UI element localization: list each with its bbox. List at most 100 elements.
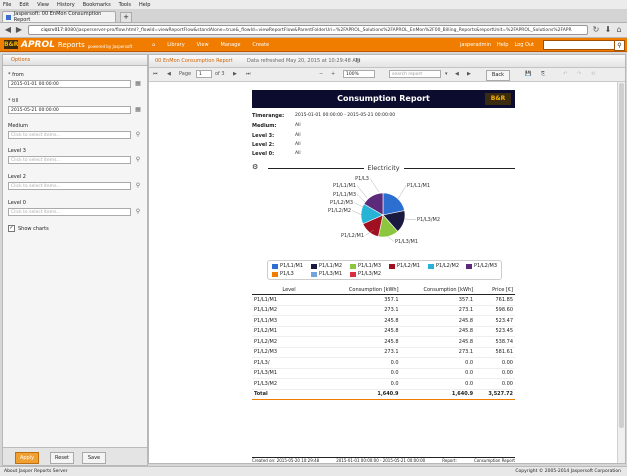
legend-label: P1/L3/M1 <box>319 271 343 277</box>
calendar-icon[interactable]: ▦ <box>134 106 142 114</box>
url-bar[interactable]: ciqsrv017:8080/jasperserver-pro/flow.htm… <box>28 25 588 35</box>
apply-button[interactable]: Apply <box>15 452 39 464</box>
next-page-icon[interactable]: ▶ <box>233 69 237 79</box>
app-header: B&R APROL Reports powered by Jaspersoft … <box>0 38 627 52</box>
back-arrow-icon[interactable]: ◀ <box>3 25 13 35</box>
main-nav: ⌂ Library View Manage Create <box>152 38 269 51</box>
search-report-input[interactable]: search report <box>389 70 441 78</box>
legend-item[interactable]: P1/L2/M1 <box>389 263 420 269</box>
menu-history[interactable]: History <box>57 2 75 8</box>
legend-item[interactable]: P1/L1/M2 <box>311 263 342 269</box>
menu-tools[interactable]: Tools <box>119 2 131 8</box>
reload-icon[interactable]: ↻ <box>591 25 601 35</box>
legend-item[interactable]: P1/L2/M3 <box>466 263 497 269</box>
nav-create[interactable]: Create <box>252 42 269 48</box>
logout-link[interactable]: Log Out <box>514 42 534 48</box>
legend-item[interactable]: P1/L2/M2 <box>428 263 459 269</box>
pie-leader-line <box>353 202 364 208</box>
legend-item[interactable]: P1/L1/M1 <box>272 263 303 269</box>
report-scrollbar[interactable] <box>617 82 625 463</box>
options-panel: Options * from 2015-01-01 00:00:00 ▦ * t… <box>2 54 148 466</box>
legend-item[interactable]: P1/L3 <box>272 271 294 277</box>
cell-level: P1/L1/M3 <box>252 315 326 327</box>
first-page-icon[interactable]: ⏮ <box>153 69 158 79</box>
back-button[interactable]: Back <box>486 70 510 81</box>
page-number-input[interactable]: 1 <box>196 70 212 78</box>
table-row: P1/L2/M2 245.8 245.8 538.74 <box>252 336 515 348</box>
legend-item[interactable]: P1/L3/M1 <box>311 271 342 277</box>
legend-item[interactable]: P1/L1/M3 <box>350 263 381 269</box>
export-icon[interactable]: ⎘ <box>541 69 545 79</box>
powered-by: powered by Jaspersoft <box>87 43 133 49</box>
help-link[interactable]: Help <box>497 42 508 48</box>
level3-select[interactable]: Click to select items... <box>8 156 131 164</box>
pie-label: P1/L1/M3 <box>333 192 356 198</box>
scroll-thumb[interactable] <box>619 83 624 428</box>
total-consumption-1: 1,640.9 <box>326 388 401 400</box>
zoom-select[interactable]: 100% <box>343 70 375 78</box>
from-date-input[interactable]: 2015-01-01 00:00:00 <box>8 80 131 88</box>
menu-help[interactable]: Help <box>139 2 150 8</box>
legend-swatch <box>311 271 317 277</box>
forward-arrow-icon[interactable]: ▶ <box>14 25 24 35</box>
redo-icon[interactable]: ↷ <box>577 69 581 79</box>
refresh-icon[interactable]: ↻ <box>355 55 361 67</box>
cell-consumption-1: 273.1 <box>326 347 401 358</box>
save-button[interactable]: Save <box>82 452 106 464</box>
total-consumption-2: 1,640.9 <box>400 388 476 400</box>
nav-manage[interactable]: Manage <box>221 42 241 48</box>
menu-bookmarks[interactable]: Bookmarks <box>83 2 111 8</box>
menu-view[interactable]: View <box>37 2 49 8</box>
zoom-out-icon[interactable]: − <box>319 69 323 79</box>
search-icon[interactable]: ⚲ <box>134 182 142 190</box>
till-date-input[interactable]: 2015-05-21 00:00:00 <box>8 106 131 114</box>
new-tab-button[interactable]: + <box>120 12 132 23</box>
cell-consumption-1: 245.8 <box>326 315 401 327</box>
table-row: P1/L3/M2 0.0 0.0 0.00 <box>252 378 515 390</box>
browser-tab[interactable]: Jaspersoft: 00 EnMon Consumption Report <box>2 11 116 23</box>
search-options-icon[interactable]: ▾ <box>445 69 448 79</box>
pie-leader-line <box>403 218 417 220</box>
medium-select[interactable]: Click to select items... <box>8 131 131 139</box>
legend-swatch <box>272 271 278 277</box>
level0-select[interactable]: Click to select items... <box>8 208 131 216</box>
nav-library[interactable]: Library <box>167 42 184 48</box>
nav-view[interactable]: View <box>197 42 209 48</box>
menu-file[interactable]: File <box>3 2 11 8</box>
search-icon[interactable]: ⚲ <box>614 40 625 51</box>
reset-button[interactable]: Reset <box>50 452 74 464</box>
menu-edit[interactable]: Edit <box>19 2 29 8</box>
cell-consumption-2: 245.8 <box>400 336 476 348</box>
save-icon[interactable]: 💾 <box>525 69 531 79</box>
cell-consumption-1: 0.0 <box>326 368 401 379</box>
global-search-input[interactable] <box>543 40 621 50</box>
search-icon[interactable]: ⚲ <box>134 156 142 164</box>
col-consumption-1: Consumption [kWh] <box>326 285 401 295</box>
zoom-in-icon[interactable]: + <box>331 69 335 79</box>
search-icon[interactable]: ⚲ <box>134 208 142 216</box>
show-charts-checkbox[interactable]: ✓ <box>8 225 15 232</box>
table-row: P1/L1/M1 357.1 357.1 761.85 <box>252 294 515 306</box>
search-next-icon[interactable]: ▶ <box>467 69 471 79</box>
pie-leader-line <box>397 185 407 200</box>
meta-level0-value: All <box>295 151 301 156</box>
legend-label: P1/L2/M1 <box>397 263 421 269</box>
chart-settings-icon[interactable]: ⚙ <box>252 163 258 171</box>
user-name[interactable]: jasperadmin <box>460 42 491 48</box>
download-icon[interactable]: ⬇ <box>603 25 613 35</box>
undo-icon[interactable]: ↶ <box>563 69 567 79</box>
viewer-toolbar: ⏮ ◀ Page 1 of 3 ▶ ⏭ − + 100% search repo… <box>149 68 625 82</box>
prev-page-icon[interactable]: ◀ <box>167 69 171 79</box>
calendar-icon[interactable]: ▦ <box>134 80 142 88</box>
app-logo[interactable]: B&R APROL Reports powered by Jaspersoft <box>4 39 132 50</box>
home-icon[interactable]: ⌂ <box>614 25 624 35</box>
search-icon[interactable]: ⚲ <box>134 131 142 139</box>
pie-label: P1/L3/M1 <box>395 239 418 245</box>
reset-icon[interactable]: ⟲ <box>591 69 595 79</box>
legend-item[interactable]: P1/L3/M2 <box>350 271 381 277</box>
footer-report-name: Consumption Report <box>473 458 515 463</box>
search-prev-icon[interactable]: ◀ <box>455 69 459 79</box>
last-page-icon[interactable]: ⏭ <box>246 69 251 79</box>
nav-home-icon[interactable]: ⌂ <box>152 42 155 48</box>
level2-select[interactable]: Click to select items... <box>8 182 131 190</box>
